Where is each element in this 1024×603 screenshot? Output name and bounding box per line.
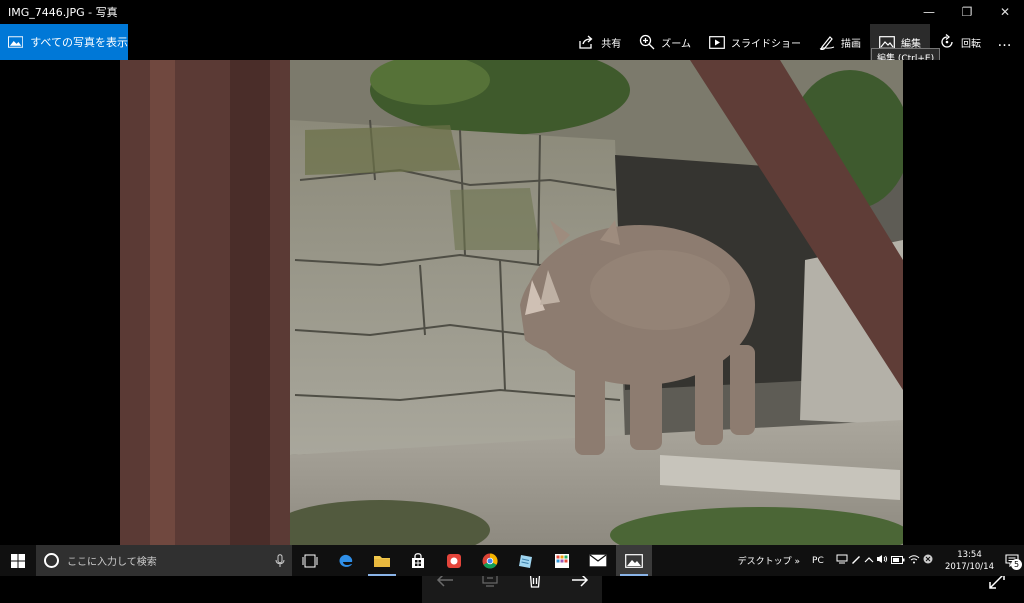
red-app-icon xyxy=(447,553,461,568)
wifi-icon[interactable] xyxy=(908,554,920,564)
search-placeholder: ここに入力して検索 xyxy=(67,557,157,568)
chevron-up-icon[interactable] xyxy=(864,556,874,564)
cortana-icon xyxy=(44,553,59,568)
file-explorer-taskbar-button[interactable] xyxy=(364,545,400,576)
network-drive-icon[interactable] xyxy=(836,554,848,564)
share-icon xyxy=(579,35,593,49)
rotate-label: 回転 xyxy=(961,38,981,50)
more-options-button[interactable]: … xyxy=(990,34,1024,50)
zoom-icon xyxy=(640,34,655,50)
notification-count-badge: 5 xyxy=(1011,559,1022,570)
clock[interactable]: 13:54 2017/10/14 xyxy=(939,549,1000,573)
edge-taskbar-button[interactable] xyxy=(328,545,364,576)
show-all-photos-label: すべての写真を表示 xyxy=(30,36,128,49)
slideshow-label: スライドショー xyxy=(731,38,801,50)
task-view-icon xyxy=(302,554,318,567)
show-all-photos-button[interactable]: すべての写真を表示 xyxy=(0,24,128,60)
taskbar: ここに入力して検索 デスクトップ » PC 13:54 2017/10/14 5 xyxy=(0,545,1024,576)
slideshow-icon xyxy=(709,35,725,49)
tray-icons xyxy=(830,554,939,567)
slideshow-button[interactable]: スライドショー xyxy=(700,24,810,60)
desktop-label: デスクトップ xyxy=(737,557,792,567)
photos-taskbar-button[interactable] xyxy=(616,545,652,576)
photos-app-icon xyxy=(625,553,643,568)
mail-taskbar-button[interactable] xyxy=(580,545,616,576)
share-label: 共有 xyxy=(601,38,622,50)
draw-label: 描画 xyxy=(841,38,861,50)
edit-photo-icon xyxy=(879,35,895,49)
zoom-label: ズーム xyxy=(661,38,691,50)
chrome-taskbar-button[interactable] xyxy=(472,545,508,576)
window-title: IMG_7446.JPG - 写真 xyxy=(8,6,118,19)
zoom-button[interactable]: ズーム xyxy=(630,24,700,60)
pc-toolbar[interactable]: PC xyxy=(806,556,830,566)
colorful-grid-icon xyxy=(555,553,569,568)
rotate-icon xyxy=(941,34,953,48)
edge-icon xyxy=(339,554,353,567)
taskbar-search-box[interactable]: ここに入力して検索 xyxy=(36,545,292,576)
folder-icon xyxy=(374,555,390,567)
battery-icon[interactable] xyxy=(891,556,905,564)
chrome-icon xyxy=(482,552,498,569)
pen-tray-icon[interactable] xyxy=(851,554,861,564)
minimize-button[interactable]: — xyxy=(910,0,948,24)
desktop-chevron: » xyxy=(794,557,801,567)
start-button[interactable] xyxy=(0,545,36,576)
task-view-button[interactable] xyxy=(292,545,328,576)
mail-icon xyxy=(589,554,607,567)
photo-viewer xyxy=(0,60,1024,603)
app-taskbar-button[interactable] xyxy=(436,545,472,576)
share-button[interactable]: 共有 xyxy=(570,24,630,60)
clock-time: 13:54 xyxy=(957,549,982,560)
draw-button[interactable]: 描画 xyxy=(810,24,870,60)
notes-icon xyxy=(519,554,532,568)
photos-icon xyxy=(8,36,24,48)
pc-label: PC xyxy=(812,555,824,566)
rhino-photo[interactable] xyxy=(120,60,903,545)
notes-taskbar-button[interactable] xyxy=(508,545,544,576)
volume-icon[interactable] xyxy=(876,554,888,564)
action-center-button[interactable]: 5 xyxy=(1000,554,1024,570)
clock-date: 2017/10/14 xyxy=(945,561,994,572)
ime-icon[interactable] xyxy=(923,554,933,564)
pen-icon xyxy=(819,36,835,50)
microphone-icon[interactable] xyxy=(268,553,292,568)
close-button[interactable]: ✕ xyxy=(986,0,1024,24)
store-icon xyxy=(412,552,424,568)
store-taskbar-button[interactable] xyxy=(400,545,436,576)
restore-button[interactable]: ❐ xyxy=(948,0,986,24)
desktop-toolbar[interactable]: デスクトップ » xyxy=(732,554,806,567)
system-tray: デスクトップ » PC 13:54 2017/10/14 5 xyxy=(732,545,1024,576)
calculator-taskbar-button[interactable] xyxy=(544,545,580,576)
windows-logo-icon xyxy=(11,553,25,568)
title-bar: IMG_7446.JPG - 写真 — ❐ ✕ xyxy=(0,0,1024,24)
